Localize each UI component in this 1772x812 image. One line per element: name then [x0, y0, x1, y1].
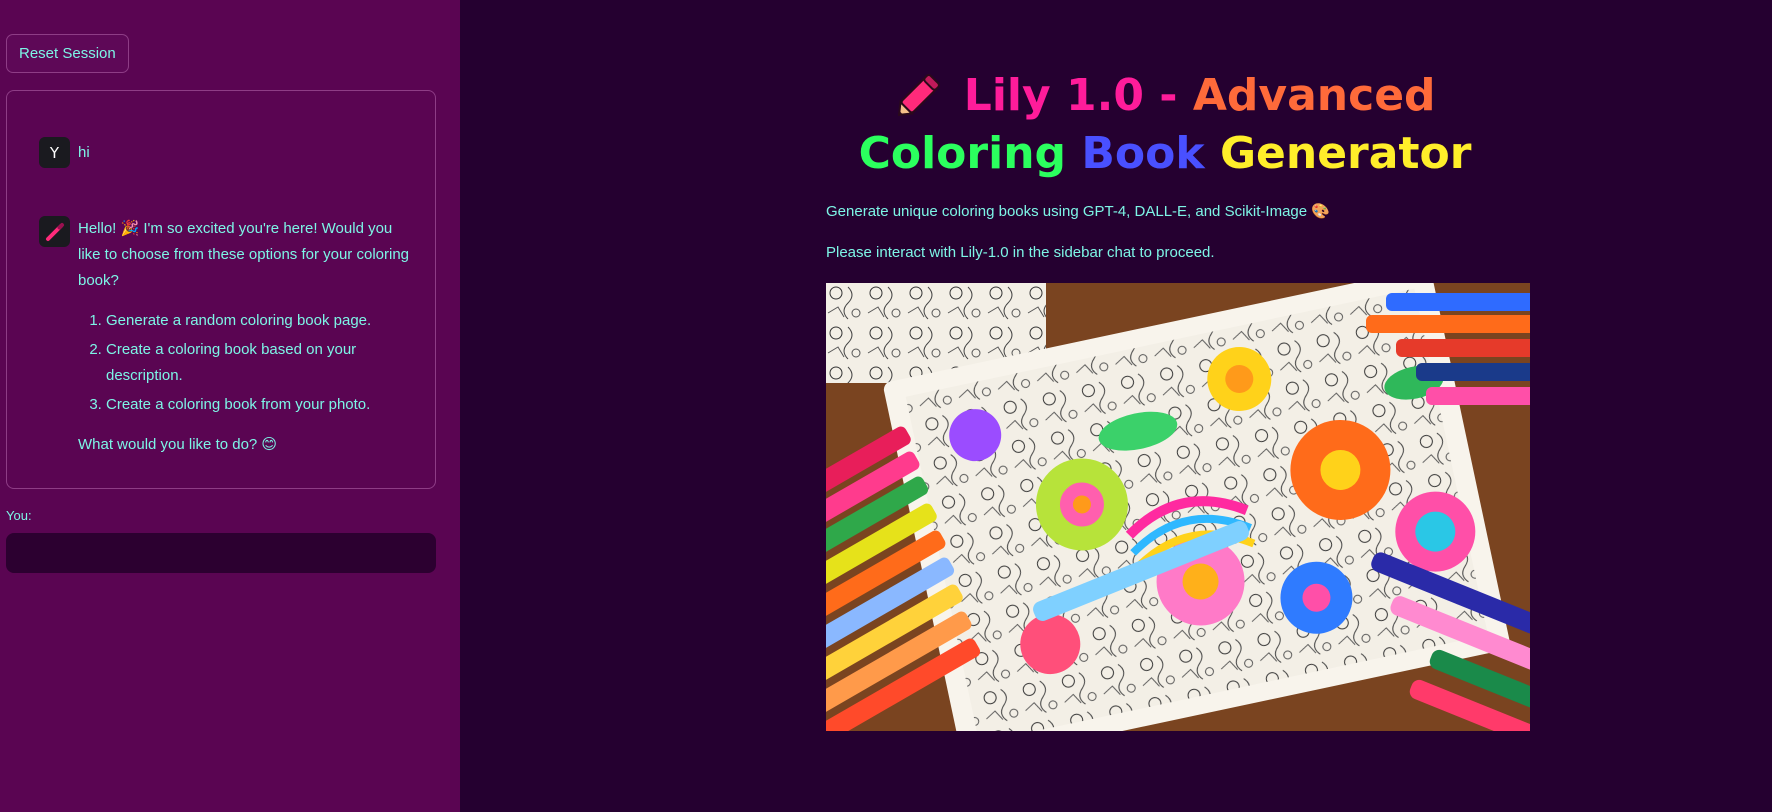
coloring-book-illustration: [826, 283, 1530, 731]
user-avatar: Y: [39, 137, 70, 168]
pencil-icon: [898, 74, 941, 117]
option-item: Create a coloring book based on your des…: [106, 337, 418, 389]
hero-image: [826, 283, 1530, 731]
chat-input-label: You:: [6, 508, 32, 523]
options-list: Generate a random coloring book page. Cr…: [78, 308, 418, 418]
assistant-message-body: Hello! 🎉 I'm so excited you're here! Wou…: [78, 216, 418, 458]
pencil-icon: [45, 222, 64, 241]
sidebar: Reset Session Y hi Hello! 🎉 I'm so excit…: [0, 0, 460, 812]
instruction-text: Please interact with Lily-1.0 in the sid…: [826, 244, 1215, 261]
assistant-outro: What would you like to do? 😊: [78, 436, 278, 453]
reset-session-button[interactable]: Reset Session: [6, 34, 129, 73]
title-part: Coloring: [858, 128, 1067, 179]
description-text: Generate unique coloring books using GPT…: [826, 203, 1330, 220]
option-item: Generate a random coloring book page.: [106, 308, 418, 334]
chat-history[interactable]: Y hi Hello! 🎉 I'm so excited you're here…: [6, 90, 436, 489]
title-part: Generator: [1219, 128, 1472, 179]
title-part: Book: [1081, 128, 1205, 179]
chat-input[interactable]: [6, 533, 436, 573]
page-title: Lily 1.0 - Advanced Coloring Book Genera…: [800, 66, 1530, 183]
user-message-text: hi: [78, 144, 90, 161]
option-item: Create a coloring book from your photo.: [106, 392, 418, 418]
assistant-avatar: [39, 216, 70, 247]
assistant-intro: Hello! 🎉 I'm so excited you're here! Wou…: [78, 220, 410, 289]
user-message: Y hi: [39, 137, 90, 168]
title-part: Advanced: [1192, 70, 1436, 121]
title-part: Lily 1.0 -: [963, 70, 1178, 121]
main-content: Lily 1.0 - Advanced Coloring Book Genera…: [460, 0, 1772, 812]
assistant-message: Hello! 🎉 I'm so excited you're here! Wou…: [39, 216, 419, 458]
